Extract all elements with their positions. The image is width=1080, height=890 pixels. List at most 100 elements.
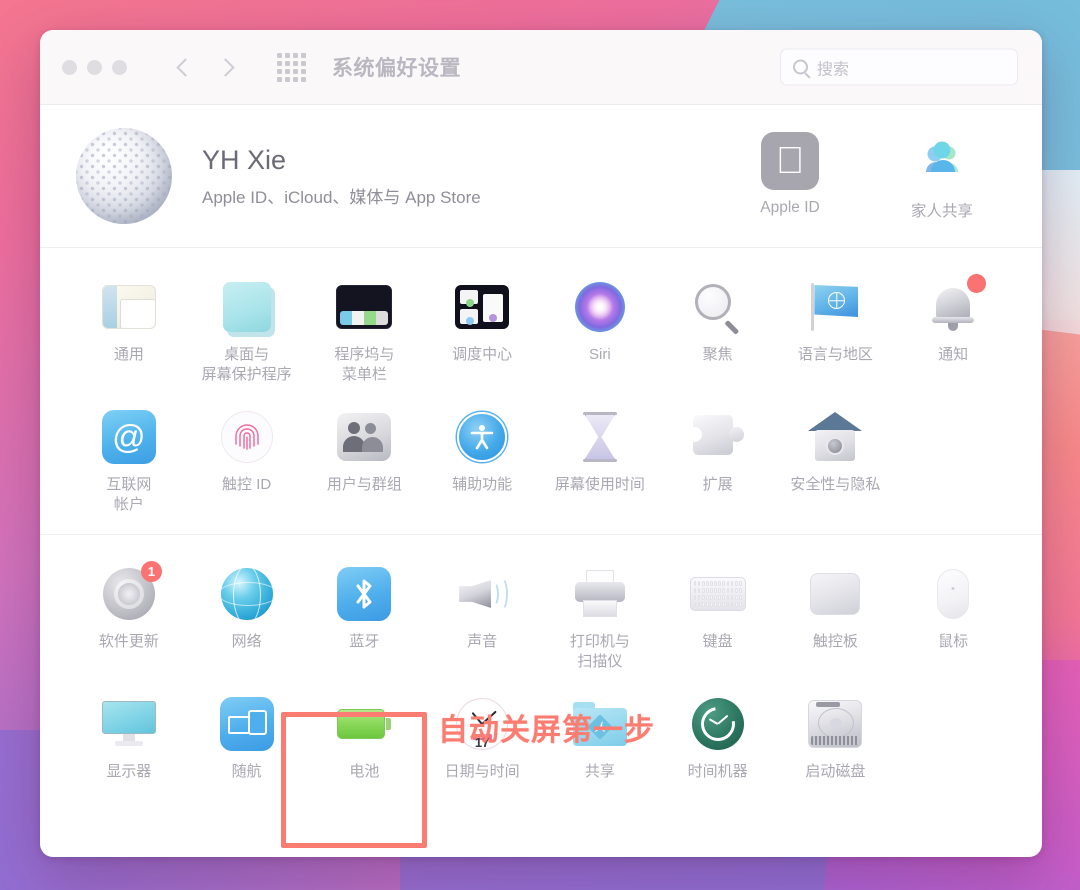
pref-label: 蓝牙 (349, 633, 380, 650)
users-groups-icon (335, 408, 393, 466)
pref-screen-time[interactable]: 屏幕使用时间 (541, 400, 659, 524)
pref-security-privacy[interactable]: 安全性与隐私 (777, 400, 895, 524)
search-field[interactable]: 搜索 (780, 48, 1018, 86)
accessibility-icon (453, 408, 511, 466)
pref-users-groups[interactable]: 用户与群组 (306, 400, 424, 524)
show-all-grid-icon[interactable] (277, 52, 306, 82)
annotation-text: 自动关屏第一步 (438, 714, 655, 747)
apple-id-button[interactable]:  Apple ID (738, 131, 842, 221)
trackpad-icon (806, 565, 864, 623)
pref-spotlight[interactable]: 聚焦 (659, 270, 777, 394)
apple-id-label: Apple ID (760, 198, 820, 216)
pref-internet-accounts[interactable]: @ 互联网 帐户 (70, 400, 188, 524)
pref-desktop-screensaver[interactable]: 桌面与 屏幕保护程序 (188, 270, 306, 394)
account-name: YH Xie (202, 145, 287, 176)
pref-label: 语言与地区 (797, 346, 873, 363)
preferences-grid-personal: 通用 桌面与 屏幕保护程序 程序坞与 菜单栏 调度中心 Siri 聚焦 语言与地… (70, 270, 1012, 524)
pref-label: 时间机器 (687, 763, 748, 780)
minimize-button[interactable] (87, 59, 102, 75)
software-update-icon: 1 (100, 561, 162, 623)
pref-label: 触控 ID (222, 476, 272, 493)
pref-displays[interactable]: 显示器 (70, 687, 188, 792)
pref-sidecar[interactable]: 随航 (188, 687, 306, 792)
pref-empty-slot (894, 400, 1012, 524)
pref-label: 随航 (231, 763, 262, 780)
pref-time-machine[interactable]: 时间机器 (659, 687, 777, 792)
pref-label: 触控板 (812, 633, 858, 650)
notification-badge (967, 274, 987, 293)
pref-mouse[interactable]: 鼠标 (894, 557, 1012, 681)
pref-printers-scanners[interactable]: 打印机与 扫描仪 (541, 557, 659, 681)
pref-label: 互联网 帐户 (106, 476, 152, 513)
pref-label: 共享 (584, 763, 615, 780)
keyboard-icon (689, 565, 747, 623)
screen-time-icon (571, 408, 629, 466)
pref-label: 启动磁盘 (805, 763, 866, 780)
pref-accessibility[interactable]: 辅助功能 (423, 400, 541, 524)
pref-label: 通知 (938, 346, 969, 363)
avatar (76, 128, 172, 224)
battery-icon (335, 695, 393, 753)
pref-label: 网络 (231, 633, 262, 650)
preferences-grid-hardware: 1 软件更新 网络 蓝牙 声音 打印机与 扫描仪 键盘 触控板 鼠标 显示器 随… (70, 557, 1012, 792)
traffic-lights (62, 59, 127, 75)
pref-mission-control[interactable]: 调度中心 (423, 270, 541, 394)
pref-touch-id[interactable]: 触控 ID (188, 400, 306, 524)
family-sharing-label: 家人共享 (910, 202, 973, 220)
internet-accounts-icon: @ (100, 408, 158, 466)
account-row[interactable]: YH Xie Apple ID、iCloud、媒体与 App Store  A… (40, 105, 1042, 248)
pref-label: 声音 (467, 633, 498, 650)
pref-notifications[interactable]: 通知 (894, 270, 1012, 394)
personal-preferences-pane: 通用 桌面与 屏幕保护程序 程序坞与 菜单栏 调度中心 Siri 聚焦 语言与地… (40, 248, 1042, 534)
navigation-arrows (175, 60, 231, 75)
pref-sound[interactable]: 声音 (423, 557, 541, 681)
pref-label: 扩展 (702, 476, 733, 493)
account-text: YH Xie Apple ID、iCloud、媒体与 App Store (202, 144, 481, 208)
hardware-preferences-pane: 1 软件更新 网络 蓝牙 声音 打印机与 扫描仪 键盘 触控板 鼠标 显示器 随… (40, 534, 1042, 802)
pref-network[interactable]: 网络 (188, 557, 306, 681)
siri-icon (571, 278, 629, 336)
pref-language-region[interactable]: 语言与地区 (777, 270, 895, 394)
mouse-icon (924, 565, 982, 623)
dock-menubar-icon (335, 278, 393, 336)
pref-siri[interactable]: Siri (541, 270, 659, 394)
pref-label: 键盘 (702, 633, 733, 650)
pref-bluetooth[interactable]: 蓝牙 (306, 557, 424, 681)
pref-label: 调度中心 (452, 346, 513, 363)
pref-label: 聚焦 (702, 346, 733, 363)
family-sharing-button[interactable]: 家人共享 (890, 132, 994, 221)
pref-keyboard[interactable]: 键盘 (659, 557, 777, 681)
notifications-icon (924, 274, 987, 336)
pref-label: 显示器 (106, 763, 152, 780)
search-placeholder: 搜索 (817, 61, 850, 78)
family-sharing-icon (913, 132, 971, 190)
pref-battery[interactable]: 电池 (306, 687, 424, 792)
pref-label: 程序坞与 菜单栏 (334, 346, 395, 383)
pref-empty-slot (894, 687, 1012, 792)
time-machine-icon (689, 695, 747, 753)
pref-software-update[interactable]: 1 软件更新 (70, 557, 188, 681)
general-icon (100, 278, 158, 336)
pref-dock-menubar[interactable]: 程序坞与 菜单栏 (306, 270, 424, 394)
pref-startup-disk[interactable]: 启动磁盘 (777, 687, 895, 792)
back-chevron-icon[interactable] (175, 60, 190, 75)
account-buttons:  Apple ID 家人共享 (738, 131, 1016, 221)
pref-extensions[interactable]: 扩展 (659, 400, 777, 524)
pref-label: 软件更新 (98, 633, 159, 650)
extensions-icon (686, 408, 747, 466)
pref-label: 屏幕使用时间 (554, 476, 645, 493)
window-title: 系统偏好设置 (332, 57, 461, 80)
close-button[interactable] (62, 59, 77, 75)
pref-label: 桌面与 屏幕保护程序 (201, 346, 292, 383)
language-region-icon (806, 278, 864, 336)
pref-trackpad[interactable]: 触控板 (777, 557, 895, 681)
pref-label: 鼠标 (938, 633, 969, 650)
zoom-button[interactable] (112, 59, 127, 75)
account-subtitle: Apple ID、iCloud、媒体与 App Store (202, 187, 481, 207)
printers-scanners-icon (571, 565, 629, 623)
forward-chevron-icon[interactable] (216, 60, 231, 75)
spotlight-icon (689, 278, 747, 336)
sound-icon (453, 565, 511, 623)
pref-general[interactable]: 通用 (70, 270, 188, 394)
update-badge: 1 (140, 561, 162, 582)
